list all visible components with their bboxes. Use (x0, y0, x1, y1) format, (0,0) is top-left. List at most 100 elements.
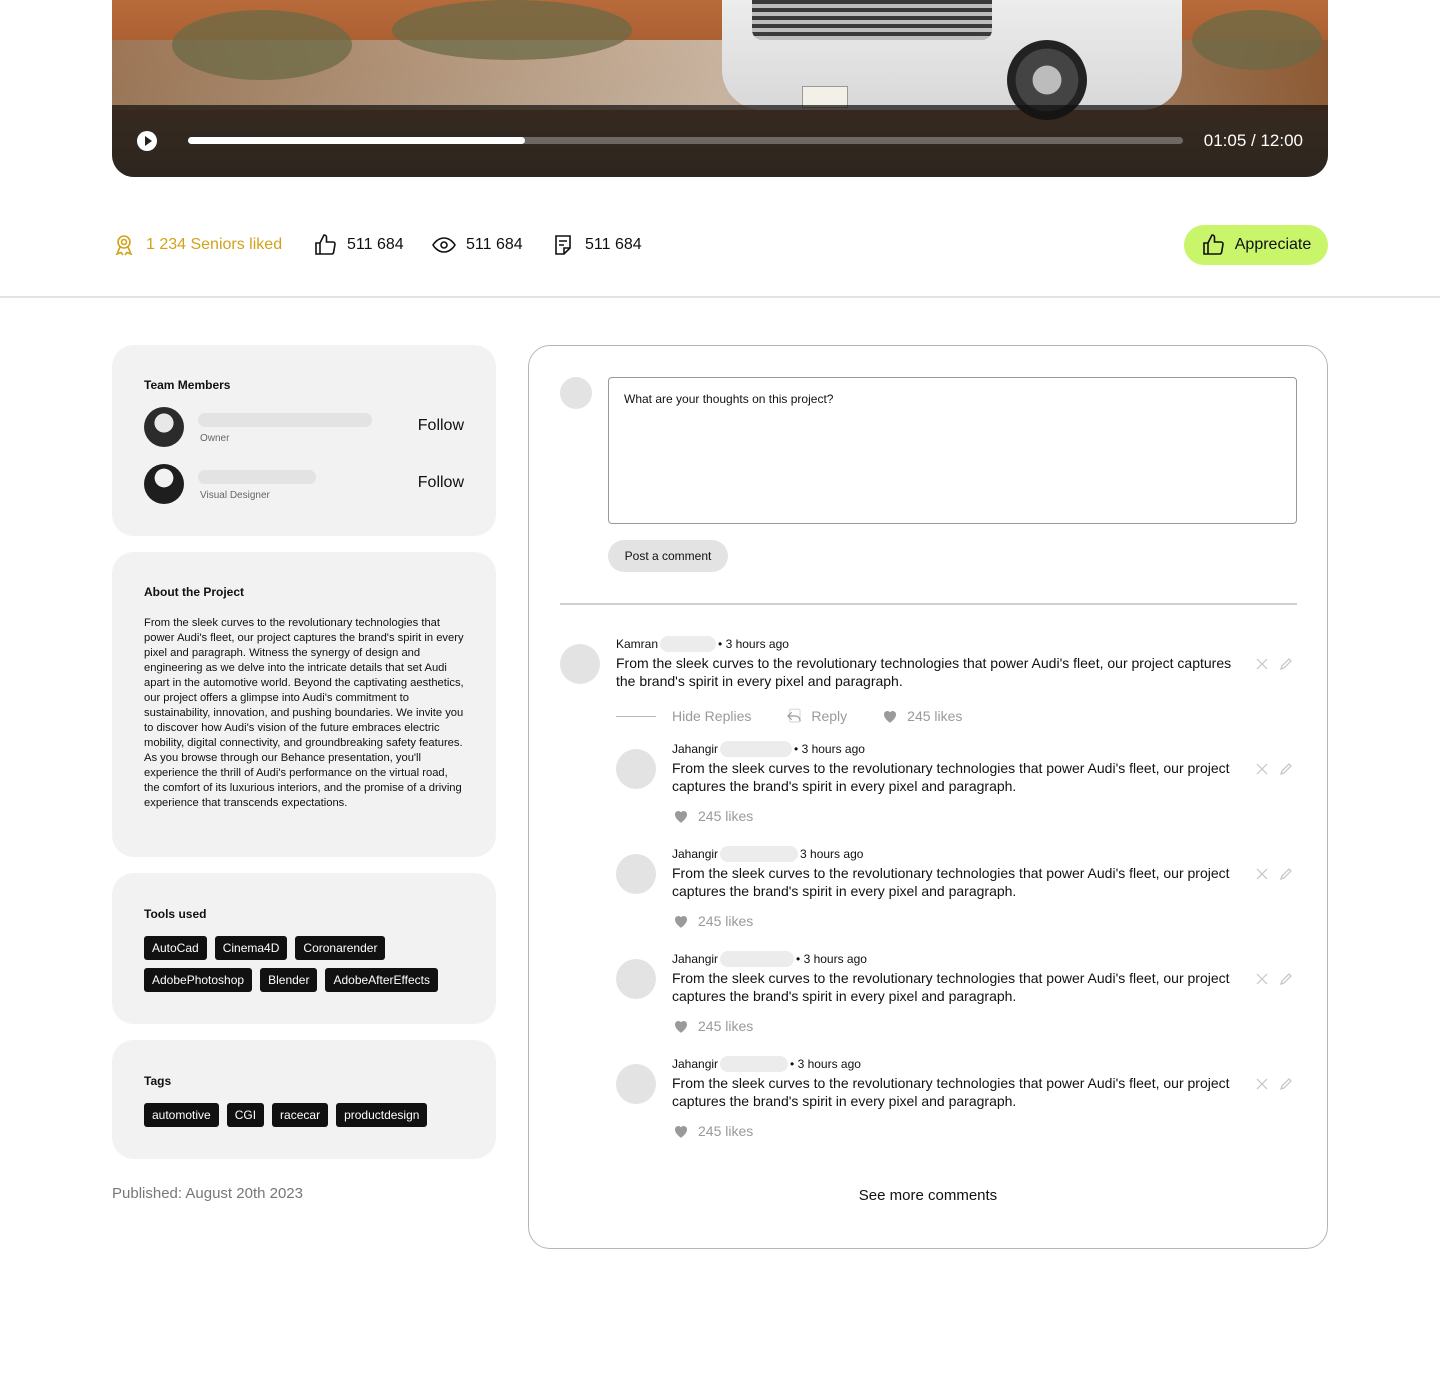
heart-icon (674, 915, 688, 928)
member-role: Visual Designer (200, 490, 270, 501)
about-project-card: About the Project From the sleek curves … (112, 552, 496, 857)
author-name-redacted (720, 741, 793, 757)
comment-text: From the sleek curves to the revolutiona… (672, 865, 1230, 899)
comments-stat: 511 684 (551, 225, 642, 265)
comment-author-name: Jahangir (672, 742, 719, 756)
comment-author: Kamran • 3 hours ago (616, 636, 789, 652)
tool-chip[interactable]: Coronarender (295, 936, 386, 960)
close-icon[interactable] (1255, 1077, 1269, 1091)
comment-time: • 3 hours ago (796, 952, 867, 966)
team-member: Owner Follow (144, 407, 464, 449)
views-stat: 511 684 (432, 225, 523, 265)
member-name-redacted (198, 413, 372, 427)
pen-icon[interactable] (1279, 972, 1293, 986)
avatar[interactable] (616, 854, 656, 894)
video-frame-grille (752, 0, 992, 40)
tags-list: automotive CGI racecar productdesign (144, 1103, 474, 1127)
tool-chip[interactable]: AdobePhotoshop (144, 968, 253, 992)
video-frame-bush (172, 10, 352, 80)
tool-chip[interactable]: AdobeAfterEffects (325, 968, 438, 992)
tags-title: Tags (144, 1074, 172, 1088)
avatar[interactable] (616, 749, 656, 789)
video-player[interactable]: 01:05 / 12:00 (112, 0, 1328, 177)
pen-icon[interactable] (1279, 657, 1293, 671)
see-more-comments-button[interactable]: See more comments (529, 1187, 1327, 1204)
avatar[interactable] (616, 1064, 656, 1104)
pen-icon[interactable] (1279, 1077, 1293, 1091)
thumbs-up-icon (1202, 234, 1224, 255)
avatar (560, 377, 592, 409)
note-icon (555, 235, 571, 255)
likes-count: 511 684 (347, 236, 404, 253)
avatar[interactable] (144, 464, 184, 504)
close-icon[interactable] (1255, 867, 1269, 881)
avatar[interactable] (616, 959, 656, 999)
comments-count: 511 684 (585, 236, 642, 253)
comment-text: From the sleek curves to the revolutiona… (672, 1075, 1230, 1109)
reply-comment: Jahangir 3 hours ago From the sleek curv… (616, 846, 1297, 941)
section-divider (0, 296, 1440, 298)
published-date: Published: August 20th 2023 (112, 1185, 303, 1202)
video-progress-fill (188, 137, 526, 144)
tools-list: AutoCad Cinema4D Coronarender AdobePhoto… (144, 936, 474, 992)
reply-label: Reply (811, 708, 848, 724)
tag-chip[interactable]: racecar (272, 1103, 329, 1127)
comment-input[interactable] (608, 377, 1297, 524)
tool-chip[interactable]: AutoCad (144, 936, 207, 960)
seniors-liked-label: 1 234 Seniors liked (146, 236, 283, 253)
stats-bar: 1 234 Seniors liked 511 684 511 684 511 … (112, 225, 1328, 265)
comment-author: Jahangir 3 hours ago (672, 846, 863, 862)
avatar[interactable] (560, 644, 600, 684)
reply-button[interactable]: Reply (785, 707, 847, 725)
video-time: 01:05 / 12:00 (1203, 131, 1303, 150)
close-icon[interactable] (1255, 657, 1269, 671)
eye-icon (432, 237, 456, 253)
comment-time: • 3 hours ago (794, 742, 865, 756)
comment-author: Jahangir • 3 hours ago (672, 951, 867, 967)
pen-icon[interactable] (1279, 867, 1293, 881)
tools-title: Tools used (144, 907, 207, 921)
video-frame-bush (392, 0, 632, 60)
video-progress-track[interactable] (188, 137, 1183, 144)
play-icon[interactable] (137, 131, 157, 151)
follow-button[interactable]: Follow (418, 474, 464, 492)
like-button[interactable]: 245 likes (672, 1017, 753, 1035)
tag-chip[interactable]: automotive (144, 1103, 219, 1127)
seniors-liked[interactable]: 1 234 Seniors liked (112, 225, 282, 265)
likes-stat[interactable]: 511 684 (313, 225, 404, 265)
appreciate-button[interactable]: Appreciate (1184, 225, 1328, 265)
like-button[interactable]: 245 likes (672, 912, 753, 930)
like-button[interactable]: 245 likes (672, 807, 753, 825)
heart-icon (674, 1125, 688, 1138)
hide-replies-button[interactable]: Hide Replies (672, 708, 751, 724)
like-button[interactable]: 245 likes (881, 707, 962, 725)
close-icon[interactable] (1255, 972, 1269, 986)
tag-chip[interactable]: CGI (226, 1103, 265, 1127)
comment-author-name: Kamran (616, 637, 659, 651)
like-button[interactable]: 245 likes (672, 1122, 753, 1140)
close-icon[interactable] (1255, 762, 1269, 776)
thumbs-up-icon (315, 234, 336, 255)
replies-line (616, 715, 656, 717)
tool-chip[interactable]: Blender (260, 968, 318, 992)
about-title: About the Project (144, 585, 245, 599)
like-count: 245 likes (698, 1018, 754, 1034)
comment-text: From the sleek curves to the revolutiona… (672, 970, 1230, 1004)
member-name-redacted (198, 470, 316, 484)
comment-author-name: Jahangir (672, 1057, 719, 1071)
comments-divider (560, 603, 1297, 605)
avatar[interactable] (144, 407, 184, 447)
heart-icon (884, 710, 897, 723)
tool-chip[interactable]: Cinema4D (214, 936, 288, 960)
comment-author: Jahangir • 3 hours ago (672, 1056, 861, 1072)
pen-icon[interactable] (1279, 762, 1293, 776)
follow-button[interactable]: Follow (418, 417, 464, 435)
appreciate-label: Appreciate (1234, 236, 1312, 253)
tag-chip[interactable]: productdesign (336, 1103, 428, 1127)
tags-card: Tags automotive CGI racecar productdesig… (112, 1040, 496, 1159)
comment-actions: Hide Replies Reply 245 likes (616, 707, 996, 725)
post-comment-button[interactable]: Post a comment (608, 540, 728, 572)
comment-text: From the sleek curves to the revolutiona… (672, 760, 1230, 794)
comments-panel: Post a comment Kamran • 3 hours ago From… (528, 345, 1328, 1249)
comment-time: 3 hours ago (800, 847, 864, 861)
